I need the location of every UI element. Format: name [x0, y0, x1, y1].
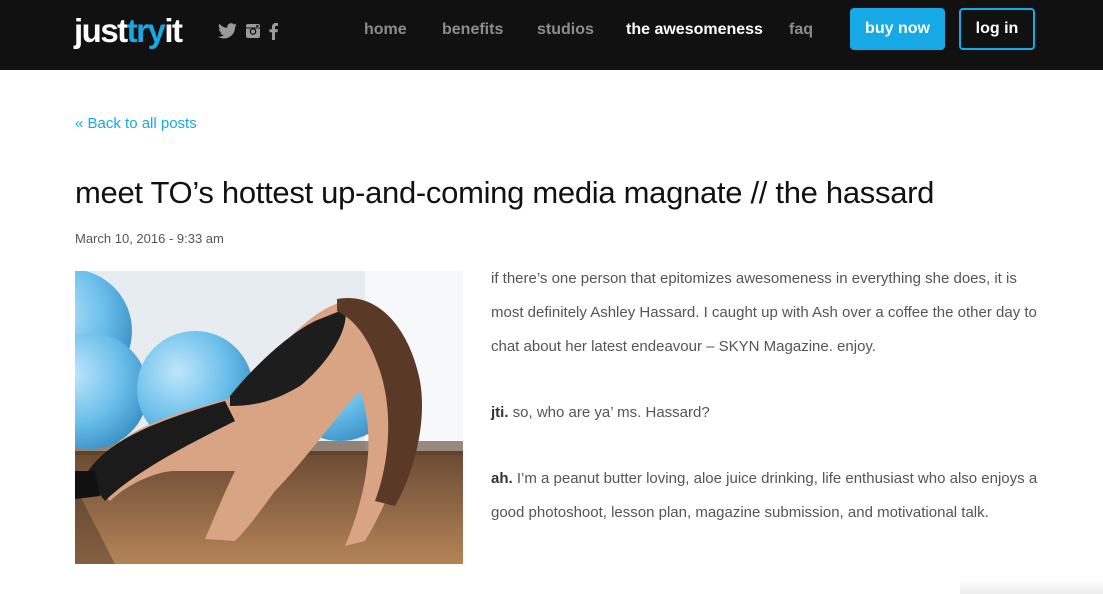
question-speaker: jti. [491, 404, 509, 421]
post-intro-paragraph: if there’s one person that epitomizes aw… [491, 270, 1037, 355]
buy-now-button[interactable]: buy now [850, 8, 945, 50]
nav-the-awesomeness[interactable]: the awesomeness [626, 0, 763, 60]
answer-speaker: ah. [491, 470, 513, 487]
interview-question: jti. so, who are ya’ ms. Hassard? [491, 396, 1041, 430]
post-photo [75, 271, 463, 564]
post-title: meet TO’s hottest up-and-coming media ma… [75, 175, 935, 210]
logo-prefix: just [74, 12, 128, 49]
logo-accent: try [126, 12, 166, 49]
answer-text: I’m a peanut butter loving, aloe juice d… [491, 470, 1038, 521]
logo-suffix: it [164, 12, 183, 49]
twitter-icon[interactable] [218, 22, 237, 40]
back-to-posts-link[interactable]: « Back to all posts [75, 115, 197, 132]
nav-faq[interactable]: faq [789, 0, 813, 60]
top-navigation-bar: justtryit home benefits studios the awes… [0, 0, 1103, 70]
social-links [218, 22, 278, 40]
nav-benefits[interactable]: benefits [442, 0, 503, 60]
post-body: if there’s one person that epitomizes aw… [491, 262, 1041, 562]
nav-home[interactable]: home [364, 0, 407, 60]
post-photo-illustration [75, 271, 463, 564]
log-in-button[interactable]: log in [959, 8, 1035, 50]
site-logo[interactable]: justtryit [74, 11, 183, 51]
question-text: so, who are ya’ ms. Hassard? [508, 404, 710, 421]
facebook-icon[interactable] [269, 22, 278, 40]
post-date: March 10, 2016 - 9:33 am [75, 231, 224, 246]
nav-studios[interactable]: studios [537, 0, 594, 60]
instagram-icon[interactable] [245, 22, 261, 40]
interview-answer: ah. I’m a peanut butter loving, aloe jui… [491, 462, 1041, 530]
scroll-shadow [960, 580, 1103, 594]
